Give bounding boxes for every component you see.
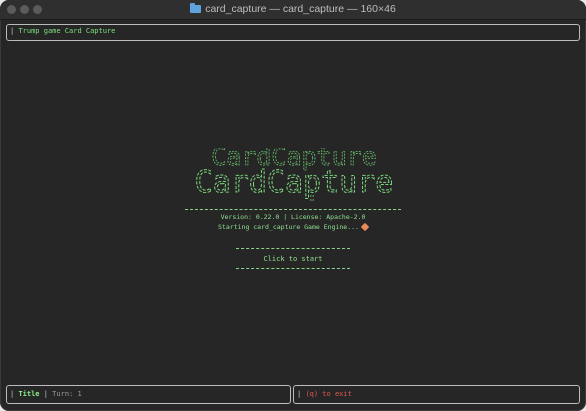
border-bar: |: [10, 27, 15, 35]
version-line: Version: 0.22.0 | License: Apache-2.0: [220, 213, 366, 221]
hammer-icon: [360, 222, 370, 232]
title-label: Title: [18, 390, 40, 398]
exit-hint[interactable]: (q) to exit: [305, 390, 351, 398]
turn-label: Turn: 1: [52, 390, 82, 398]
starting-line: Starting card_capture Game Engine...: [0, 222, 586, 232]
terminal-window: card_capture — card_capture — 160×46 | T…: [0, 0, 586, 411]
start-border-bottom: [236, 268, 350, 269]
border-bar: |: [10, 390, 15, 398]
card-capture-logo: CardCapture CardCapture: [194, 148, 394, 201]
status-panel: | Title | Turn: 1: [6, 385, 291, 404]
header-panel: | Trump game Card Capture: [6, 24, 580, 41]
starting-text: Starting card_capture Game Engine...: [218, 223, 359, 231]
exit-panel: | (q) to exit: [293, 385, 580, 404]
logo-text: CardCapture: [195, 165, 394, 200]
exit-line: | (q) to exit: [297, 390, 352, 398]
start-button[interactable]: Click to start: [236, 248, 350, 270]
start-border-top: [236, 248, 350, 249]
border-bar: |: [297, 390, 302, 398]
header-text: Trump game Card Capture: [18, 27, 116, 35]
folder-icon: [190, 3, 202, 13]
window-title-area: card_capture — card_capture — 160×46: [0, 3, 586, 15]
separator-bar: |: [43, 390, 48, 398]
window-title: card_capture — card_capture — 160×46: [205, 3, 396, 15]
status-line: | Title | Turn: 1: [10, 390, 82, 398]
start-button-label: Click to start: [263, 255, 323, 263]
splash-divider: [185, 209, 401, 210]
title-bar: card_capture — card_capture — 160×46: [0, 0, 586, 20]
header-line: | Trump game Card Capture: [10, 27, 115, 35]
